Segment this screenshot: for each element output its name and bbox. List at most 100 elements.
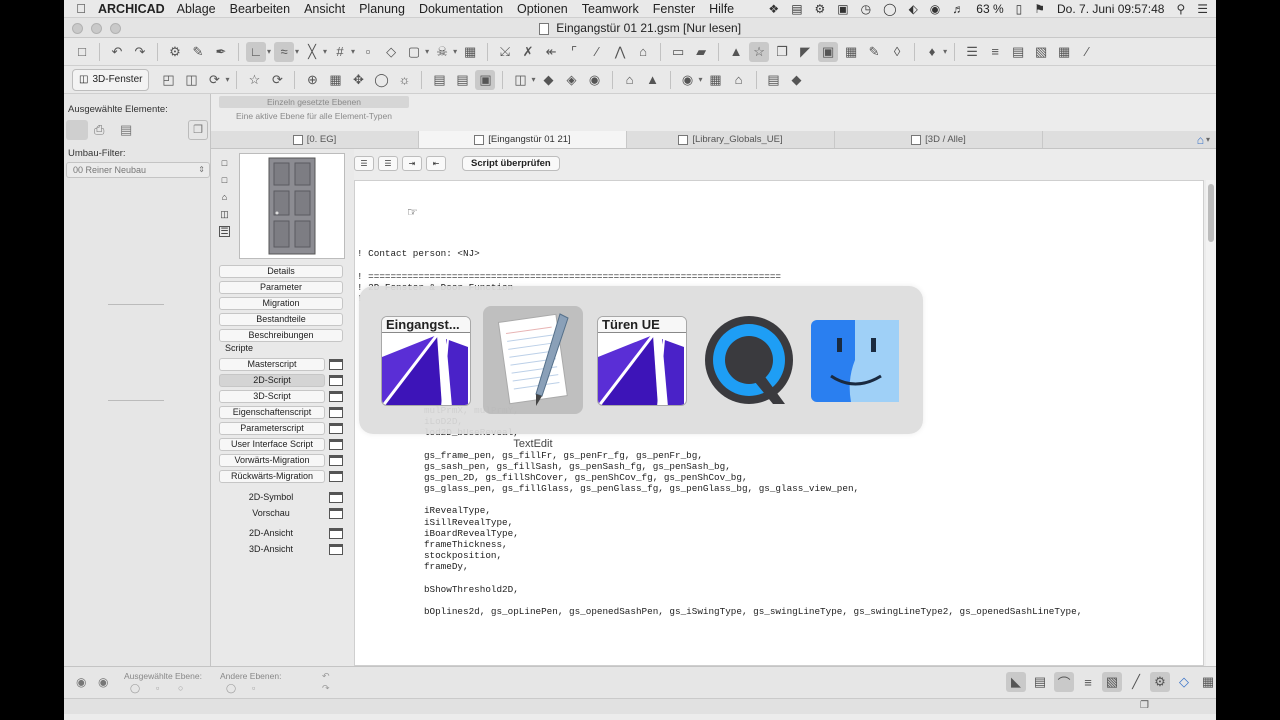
dropbox-icon[interactable]: ❖ xyxy=(768,2,779,16)
slash-icon[interactable]: ╱ xyxy=(1126,672,1146,692)
menu-bearbeiten[interactable]: Bearbeiten xyxy=(230,2,290,16)
volume-icon[interactable]: ♬ xyxy=(952,2,964,16)
app-menu[interactable]: ARCHICAD xyxy=(98,2,165,16)
selected-layer-eye-icon[interactable]: ◯ xyxy=(130,683,140,694)
fill-icon[interactable]: ▦ xyxy=(1054,42,1074,62)
flag-icon[interactable]: ⚑ xyxy=(1034,2,1045,16)
layer-grid-button[interactable] xyxy=(66,120,88,140)
shading-icon[interactable]: ◈ xyxy=(562,70,582,90)
gravity-icon[interactable]: ╳ xyxy=(302,42,322,62)
suspend-groups-icon[interactable]: ▫ xyxy=(358,42,378,62)
import-icon[interactable]: ▤ xyxy=(452,70,472,90)
camera-icon[interactable]: ◉ xyxy=(678,70,698,90)
single-set-layers-button[interactable]: Einzeln gesetzte Ebenen xyxy=(219,96,409,108)
box-icon[interactable]: ◫ xyxy=(181,70,201,90)
explore-icon[interactable]: ☼ xyxy=(394,70,414,90)
fly-icon[interactable]: ⟳ xyxy=(267,70,287,90)
split-icon[interactable]: ∕ xyxy=(587,42,607,62)
screen-icon[interactable]: ▣ xyxy=(837,2,848,16)
model-icon[interactable]: ▣ xyxy=(475,69,496,90)
section-icon[interactable]: ◰ xyxy=(158,70,178,90)
menu-ansicht[interactable]: Ansicht xyxy=(304,2,345,16)
layer-lock-icon[interactable]: ◉ xyxy=(98,675,108,689)
redo-icon[interactable]: ↷ xyxy=(130,42,150,62)
notification-center-icon[interactable]: ☰ xyxy=(1197,2,1208,16)
merge-icon[interactable]: ⋀ xyxy=(610,42,630,62)
tab-entrance-door[interactable]: [Eingangstür 01 21] xyxy=(419,131,627,148)
ui-script-button[interactable]: User Interface Script xyxy=(219,438,325,451)
render-icon[interactable]: ◉ xyxy=(585,70,605,90)
open-window-icon[interactable] xyxy=(329,455,343,466)
surface-icon[interactable]: ♦ xyxy=(922,42,942,62)
spotlight-icon[interactable]: ⚲ xyxy=(1176,2,1185,16)
indent-icon[interactable]: ⇥ xyxy=(402,155,422,171)
library-icon[interactable]: ◤ xyxy=(795,42,815,62)
stair-icon[interactable]: ☰ xyxy=(962,42,982,62)
cube-icon[interactable]: ◫ xyxy=(219,209,230,220)
intersect-icon[interactable]: ✗ xyxy=(518,42,538,62)
hatch-toggle-icon[interactable]: ▧ xyxy=(1102,672,1122,692)
walk-icon[interactable]: ☆ xyxy=(244,70,264,90)
editor-scrollbar[interactable] xyxy=(1206,180,1216,666)
save-icon[interactable]: □ xyxy=(72,42,92,62)
parameter-button[interactable]: Parameter xyxy=(219,281,343,294)
tab-library-globals[interactable]: [Library_Globals_UE] xyxy=(627,131,835,148)
building-icon[interactable]: ⌂ xyxy=(729,70,749,90)
undo-icon[interactable]: ↶ xyxy=(107,42,127,62)
eyedropper-icon[interactable]: ✎ xyxy=(188,42,208,62)
components-button[interactable]: Bestandteile xyxy=(219,313,343,326)
menu-dokumentation[interactable]: Dokumentation xyxy=(419,2,503,16)
2d-view-button[interactable]: 2D-Ansicht xyxy=(219,528,323,538)
redo-small-icon[interactable]: ↷ xyxy=(322,683,330,694)
pan-icon[interactable]: ✥ xyxy=(348,70,368,90)
list-icon[interactable]: ☰ xyxy=(219,226,230,237)
copy-settings-button[interactable]: ❐ xyxy=(188,120,208,140)
3d-window-button[interactable]: ◫ 3D-Fenster xyxy=(72,68,150,91)
open-window-icon[interactable] xyxy=(329,471,343,482)
export-icon[interactable]: ▤ xyxy=(429,70,449,90)
settings-icon[interactable]: ⚙ xyxy=(815,2,826,16)
app-archicad-eingangstuer[interactable]: Eingangst... xyxy=(371,306,471,414)
close-window-button[interactable] xyxy=(72,23,83,34)
menu-planung[interactable]: Planung xyxy=(359,2,405,16)
syringe-icon[interactable]: ✒ xyxy=(211,42,231,62)
clock[interactable]: Do. 7. Juni 09:57:48 xyxy=(1057,2,1164,16)
open-window-icon[interactable] xyxy=(329,492,343,503)
migration-button[interactable]: Migration xyxy=(219,297,343,310)
stand-icon[interactable]: ⌂ xyxy=(620,70,640,90)
gear-icon[interactable]: ⚙ xyxy=(1150,672,1170,692)
snap-points-icon[interactable]: ≈ xyxy=(274,41,295,62)
select-icon[interactable]: □ xyxy=(219,157,230,168)
selected-layer-lock-icon[interactable]: ▫ xyxy=(156,683,159,693)
menu-hilfe[interactable]: Hilfe xyxy=(709,2,734,16)
menu-optionen[interactable]: Optionen xyxy=(517,2,568,16)
zoom-window-icon[interactable]: ▦ xyxy=(325,70,345,90)
menu-fenster[interactable]: Fenster xyxy=(653,2,695,16)
descriptions-button[interactable]: Beschreibungen xyxy=(219,329,343,342)
open-window-icon[interactable] xyxy=(329,508,343,519)
open-window-icon[interactable] xyxy=(329,439,343,450)
app-archicad-tueren[interactable]: Türen UE xyxy=(595,306,695,414)
property-script-button[interactable]: Eigenschaftenscript xyxy=(219,406,325,419)
adjust-icon[interactable]: ⤩ xyxy=(495,42,515,62)
battery-percent[interactable]: 63 % xyxy=(976,2,1003,16)
favorites-icon[interactable]: ☆ xyxy=(749,41,770,62)
preview-button[interactable]: Vorschau xyxy=(219,508,323,518)
copy-icon[interactable]: ❐ xyxy=(772,42,792,62)
fill-toggle-icon[interactable]: ▤ xyxy=(1030,672,1050,692)
outdent-icon[interactable]: ⇤ xyxy=(426,155,446,171)
open-window-icon[interactable] xyxy=(329,423,343,434)
dock-icon[interactable]: ▤ xyxy=(791,2,802,16)
roof-icon[interactable]: ⌂ xyxy=(633,42,653,62)
grid-icon[interactable]: ▦ xyxy=(1198,672,1216,692)
wifi-icon[interactable]: ◉ xyxy=(930,2,940,16)
lock-icon[interactable]: ☠ xyxy=(432,42,452,62)
pen-icon[interactable]: ▰ xyxy=(691,42,711,62)
open-window-icon[interactable] xyxy=(329,407,343,418)
rect-icon[interactable]: □ xyxy=(219,174,230,185)
view-icon[interactable]: ▲ xyxy=(726,42,746,62)
list-parameters-icon[interactable]: ☰ xyxy=(354,155,374,171)
undo-small-icon[interactable]: ↶ xyxy=(322,671,330,682)
layer-eye-icon[interactable]: ◉ xyxy=(76,675,86,689)
find-select-icon[interactable]: ⚙ xyxy=(165,42,185,62)
